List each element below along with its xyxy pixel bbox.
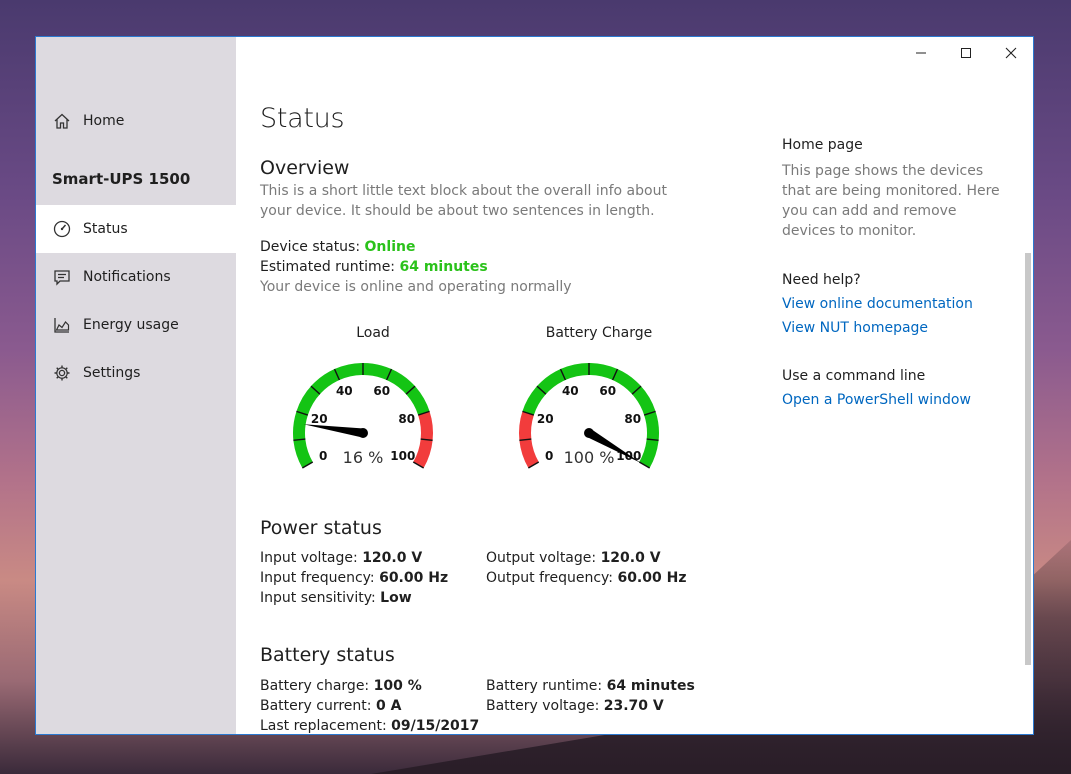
scrollbar[interactable] — [1023, 137, 1033, 727]
output-voltage-label: Output voltage: — [486, 550, 597, 566]
output-voltage-line: Output voltage: 120.0 V — [486, 550, 661, 566]
gauge-value: 16 % — [343, 448, 384, 467]
output-frequency-label: Output frequency: — [486, 570, 613, 586]
scrollbar-thumb[interactable] — [1025, 253, 1031, 665]
gauge-tick-label: 20 — [537, 412, 554, 426]
input-voltage-line: Input voltage: 120.0 V — [260, 550, 422, 566]
powershell-link[interactable]: Open a PowerShell window — [782, 392, 1012, 408]
sidebar-item-label: Status — [83, 221, 128, 237]
gauge-tick-label: 100 — [390, 449, 415, 463]
input-voltage-value: 120.0 V — [362, 550, 423, 566]
gauge-tick-label: 60 — [599, 384, 616, 398]
last-replacement-line: Last replacement: 09/15/2017 — [260, 718, 479, 734]
gauge-tick-label: 20 — [311, 412, 328, 426]
help-heading: Need help? — [782, 272, 861, 288]
gauge-dial: 0 20 40 60 80 100 16 % — [293, 363, 433, 469]
battery-charge-line: Battery charge: 100 % — [260, 678, 422, 694]
battery-current-line: Battery current: 0 A — [260, 698, 401, 714]
last-replacement-value: 09/15/2017 — [391, 718, 480, 734]
command-line-heading: Use a command line — [782, 368, 926, 384]
device-status-line: Device status: Online — [260, 239, 415, 255]
gauge-tick-label: 40 — [562, 384, 579, 398]
main-content: Status Overview This is a short little t… — [236, 37, 1033, 734]
output-frequency-line: Output frequency: 60.00 Hz — [486, 570, 686, 586]
sidebar-item-home[interactable]: Home — [36, 97, 236, 145]
battery-status-heading: Battery status — [260, 644, 395, 666]
battery-voltage-label: Battery voltage: — [486, 698, 600, 714]
device-name: Smart-UPS 1500 — [52, 170, 191, 188]
gauge-icon — [53, 220, 71, 238]
sidebar-item-status[interactable]: Status — [36, 205, 236, 253]
input-sensitivity-label: Input sensitivity: — [260, 590, 376, 606]
input-voltage-label: Input voltage: — [260, 550, 358, 566]
battery-runtime-line: Battery runtime: 64 minutes — [486, 678, 695, 694]
input-frequency-label: Input frequency: — [260, 570, 375, 586]
home-page-heading: Home page — [782, 137, 863, 153]
battery-charge-value: 100 % — [373, 678, 422, 694]
battery-charge-gauge: Battery Charge 020406080100100 % — [509, 325, 689, 485]
nut-homepage-link[interactable]: View NUT homepage — [782, 320, 1012, 336]
online-documentation-link[interactable]: View online documentation — [782, 296, 1012, 312]
battery-current-value: 0 A — [375, 698, 402, 714]
page-title: Status — [260, 103, 345, 134]
gauge-needle-hub — [584, 428, 594, 438]
sidebar: Home Smart-UPS 1500 Status Notifications… — [36, 37, 236, 734]
runtime-value: 64 minutes — [399, 259, 488, 275]
battery-voltage-line: Battery voltage: 23.70 V — [486, 698, 664, 714]
message-icon — [53, 268, 71, 286]
overview-heading: Overview — [260, 157, 350, 179]
battery-current-label: Battery current: — [260, 698, 372, 714]
output-frequency-value: 60.00 Hz — [617, 570, 687, 586]
gauge-tick-label: 80 — [398, 412, 415, 426]
sidebar-item-notifications[interactable]: Notifications — [36, 253, 236, 301]
gauge-tick-label: 0 — [545, 449, 553, 463]
battery-runtime-value: 64 minutes — [606, 678, 695, 694]
runtime-label: Estimated runtime: — [260, 259, 396, 275]
gauge-tick-label: 60 — [373, 384, 390, 398]
sidebar-item-label: Settings — [83, 365, 141, 381]
input-frequency-line: Input frequency: 60.00 Hz — [260, 570, 448, 586]
sidebar-item-label: Home — [83, 113, 125, 129]
load-gauge: Load 0 20 40 60 80 100 16 % — [283, 325, 463, 485]
sidebar-item-energy-usage[interactable]: Energy usage — [36, 301, 236, 349]
input-sensitivity-value: Low — [380, 590, 412, 606]
home-icon — [53, 112, 71, 130]
gauge-tick-label: 80 — [624, 412, 641, 426]
gauge-tick-label: 40 — [336, 384, 353, 398]
battery-charge-label: Battery charge: — [260, 678, 370, 694]
app-window: Home Smart-UPS 1500 Status Notifications… — [35, 36, 1034, 735]
gauge-tick-label: 0 — [319, 449, 327, 463]
input-frequency-value: 60.00 Hz — [379, 570, 449, 586]
sidebar-item-label: Notifications — [83, 269, 171, 285]
status-message: Your device is online and operating norm… — [260, 279, 572, 295]
sidebar-item-label: Energy usage — [83, 317, 179, 333]
last-replacement-label: Last replacement: — [260, 718, 387, 734]
gear-icon — [53, 364, 71, 382]
gauge-dial: 020406080100100 % — [519, 363, 659, 469]
overview-description: This is a short little text block about … — [260, 183, 667, 219]
output-voltage-value: 120.0 V — [600, 550, 661, 566]
sidebar-item-settings[interactable]: Settings — [36, 349, 236, 397]
power-status-heading: Power status — [260, 517, 382, 539]
gauge-value: 100 % — [564, 448, 615, 467]
battery-runtime-label: Battery runtime: — [486, 678, 603, 694]
area-chart-icon — [53, 316, 71, 334]
gauge-needle — [303, 424, 364, 438]
gauge-needle-hub — [358, 428, 368, 438]
battery-voltage-value: 23.70 V — [603, 698, 664, 714]
runtime-line: Estimated runtime: 64 minutes — [260, 259, 488, 275]
device-status-value: Online — [364, 239, 416, 255]
device-status-label: Device status: — [260, 239, 361, 255]
home-page-text: This page shows the devices that are bei… — [782, 163, 1000, 239]
right-panel: Home page This page shows the devices th… — [782, 137, 1012, 408]
input-sensitivity-line: Input sensitivity: Low — [260, 590, 412, 606]
